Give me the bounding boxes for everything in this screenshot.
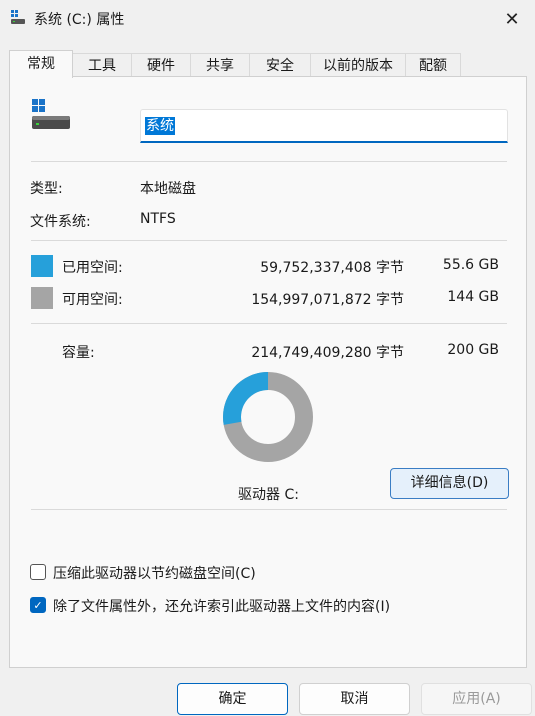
divider — [31, 161, 507, 162]
used-space-arc — [223, 372, 269, 425]
drive-window-icon — [11, 10, 25, 24]
details-button[interactable]: 详细信息(D) — [390, 468, 509, 499]
capacity-label: 容量: — [62, 345, 95, 361]
compress-label[interactable]: 压缩此驱动器以节约磁盘空间(C) — [53, 563, 256, 583]
drive-letter-label: 驱动器 C: — [238, 487, 299, 503]
checkmark-icon: ✓ — [33, 598, 43, 612]
tab-tools[interactable]: 工具 — [72, 53, 132, 77]
cancel-button[interactable]: 取消 — [299, 683, 410, 715]
filesystem-label: 文件系统: — [30, 214, 91, 230]
tab-general[interactable]: 常规 — [9, 50, 73, 78]
divider — [31, 509, 507, 510]
free-space-size: 144 GB — [447, 289, 499, 305]
window-title: 系统 (C:) 属性 — [34, 12, 125, 28]
tab-sharing[interactable]: 共享 — [190, 53, 250, 77]
used-space-size: 55.6 GB — [442, 257, 499, 273]
type-label: 类型: — [30, 181, 63, 197]
type-value: 本地磁盘 — [140, 181, 196, 197]
free-space-label: 可用空间: — [62, 292, 123, 308]
index-checkbox[interactable]: ✓ — [30, 597, 46, 613]
tab-security[interactable]: 安全 — [249, 53, 311, 77]
index-label[interactable]: 除了文件属性外，还允许索引此驱动器上文件的内容(I) — [53, 596, 390, 616]
used-space-bytes: 59,752,337,408 字节 — [260, 260, 404, 276]
drive-name-value: 系统 — [145, 117, 175, 135]
tab-previous-versions[interactable]: 以前的版本 — [310, 53, 406, 77]
filesystem-value: NTFS — [140, 211, 176, 227]
drive-name-input[interactable]: 系统 — [140, 109, 508, 143]
title-bar: 系统 (C:) 属性 ✕ — [0, 0, 535, 38]
capacity-bytes: 214,749,409,280 字节 — [251, 345, 404, 361]
close-button[interactable]: ✕ — [489, 0, 535, 38]
drive-icon — [32, 99, 70, 129]
divider — [31, 240, 507, 241]
compress-checkbox[interactable] — [30, 564, 46, 580]
capacity-size: 200 GB — [447, 342, 499, 358]
divider — [31, 323, 507, 324]
usage-donut-chart — [223, 372, 313, 462]
used-space-swatch — [31, 255, 53, 277]
free-space-swatch — [31, 287, 53, 309]
apply-button[interactable]: 应用(A) — [421, 683, 532, 715]
general-panel: 系统 类型: 本地磁盘 文件系统: NTFS 已用空间: 59,752,337,… — [9, 76, 527, 668]
tab-quota[interactable]: 配额 — [405, 53, 461, 77]
tab-hardware[interactable]: 硬件 — [131, 53, 191, 77]
ok-button[interactable]: 确定 — [177, 683, 288, 715]
used-space-label: 已用空间: — [62, 260, 123, 276]
close-icon: ✕ — [504, 8, 520, 30]
free-space-bytes: 154,997,071,872 字节 — [251, 292, 404, 308]
